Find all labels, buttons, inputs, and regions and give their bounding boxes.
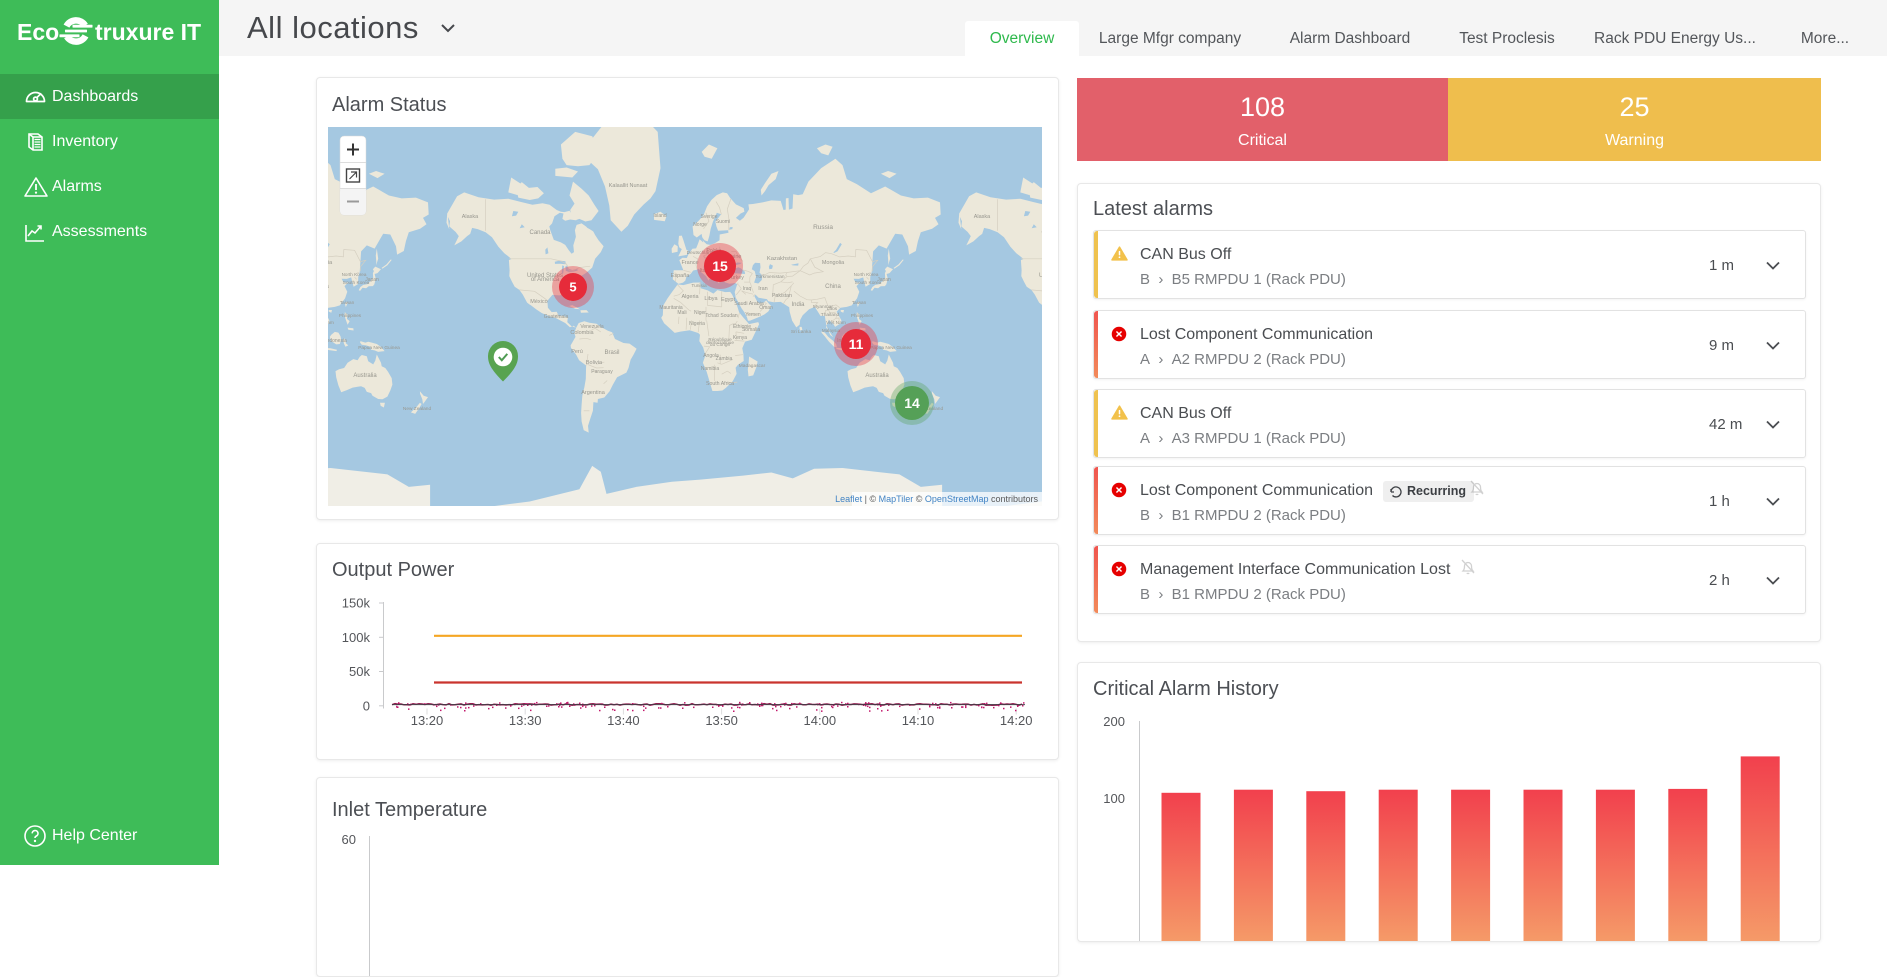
svg-text:Oman: Oman: [759, 305, 773, 311]
svg-text:Canada: Canada: [529, 230, 551, 236]
svg-text:España: España: [671, 273, 691, 279]
svg-text:11: 11: [849, 336, 864, 352]
svg-text:Pakistan: Pakistan: [772, 293, 792, 299]
svg-text:Việt Nam: Việt Nam: [328, 320, 334, 326]
svg-text:100k: 100k: [342, 630, 371, 645]
svg-text:Russia: Russia: [813, 224, 833, 231]
svg-text:Mongolia: Mongolia: [822, 260, 845, 266]
svg-text:14:00: 14:00: [804, 713, 837, 728]
svg-text:North Korea: North Korea: [342, 272, 367, 277]
svg-text:14: 14: [904, 395, 920, 411]
svg-text:India: India: [791, 302, 805, 308]
svg-text:Laos: Laos: [827, 306, 838, 312]
svg-text:Taiwan: Taiwan: [852, 300, 867, 305]
svg-text:Alaska: Alaska: [462, 214, 479, 220]
svg-text:Suomi: Suomi: [716, 219, 730, 225]
svg-text:50k: 50k: [349, 664, 370, 679]
svg-text:Kazakhstan: Kazakhstan: [767, 256, 797, 262]
svg-text:du Congo: du Congo: [710, 342, 730, 347]
svg-text:North Korea: North Korea: [854, 272, 879, 277]
svg-text:Leaflet | © MapTiler © OpenStr: Leaflet | © MapTiler © OpenStreetMap con…: [835, 494, 1038, 504]
svg-text:Argentina: Argentina: [581, 390, 605, 396]
svg-text:truxure IT: truxure IT: [95, 19, 201, 45]
svg-text:60: 60: [342, 832, 356, 847]
svg-text:150k: 150k: [342, 596, 371, 611]
svg-text:Nigeria: Nigeria: [689, 321, 705, 327]
svg-text:South Korea: South Korea: [855, 280, 882, 286]
svg-text:Papua New Guinea: Papua New Guinea: [358, 345, 400, 351]
svg-text:Tunisia: Tunisia: [691, 283, 707, 289]
svg-text:Philippines: Philippines: [339, 313, 362, 318]
svg-text:Madagascar: Madagascar: [739, 363, 766, 369]
svg-text:Türkmenistan: Türkmenistan: [755, 274, 784, 280]
svg-text:13:30: 13:30: [509, 713, 542, 728]
svg-text:13:20: 13:20: [411, 713, 444, 728]
svg-text:Việt Nam: Việt Nam: [826, 320, 846, 326]
svg-text:Libya: Libya: [704, 296, 718, 302]
svg-text:15: 15: [712, 258, 728, 274]
svg-text:Eco: Eco: [17, 19, 59, 45]
svg-text:14:10: 14:10: [902, 713, 935, 728]
svg-text:France: France: [681, 260, 698, 266]
svg-text:Algeria: Algeria: [681, 294, 699, 300]
svg-text:México: México: [530, 299, 547, 305]
svg-text:Kenya: Kenya: [733, 335, 747, 341]
svg-text:Venezuela: Venezuela: [580, 324, 604, 330]
svg-text:Sri Lanka: Sri Lanka: [791, 329, 812, 335]
svg-text:Kalaallit Nunaat: Kalaallit Nunaat: [609, 183, 648, 189]
svg-text:Thailand: Thailand: [821, 312, 840, 318]
svg-text:Sverige: Sverige: [701, 214, 718, 220]
svg-text:Alaska: Alaska: [974, 214, 991, 220]
svg-text:Somalia: Somalia: [742, 327, 760, 333]
svg-text:South Africa: South Africa: [706, 381, 734, 387]
svg-text:New Zealand: New Zealand: [403, 406, 432, 412]
svg-text:China: China: [825, 284, 841, 290]
svg-text:Soudan: Soudan: [720, 313, 737, 319]
svg-text:Canada: Canada: [1041, 230, 1042, 236]
svg-text:Guatemala: Guatemala: [544, 314, 569, 320]
svg-text:Bolivia: Bolivia: [586, 360, 603, 366]
svg-text:13:40: 13:40: [607, 713, 640, 728]
svg-text:Iran: Iran: [758, 286, 767, 292]
svg-text:Norge: Norge: [693, 222, 707, 228]
svg-text:5: 5: [569, 280, 576, 295]
svg-text:Mauritania: Mauritania: [659, 305, 683, 311]
svg-text:Perú: Perú: [571, 349, 583, 355]
svg-text:Angola: Angola: [703, 353, 719, 359]
svg-text:Brasil: Brasil: [604, 350, 619, 356]
svg-text:100: 100: [1103, 791, 1125, 806]
svg-text:Indonesia: Indonesia: [328, 338, 347, 344]
svg-text:Iraq: Iraq: [743, 286, 752, 292]
svg-text:Taiwan: Taiwan: [340, 300, 355, 305]
svg-text:Australia: Australia: [353, 373, 377, 379]
svg-text:0: 0: [363, 698, 370, 713]
svg-text:13:50: 13:50: [705, 713, 738, 728]
svg-text:Tchad: Tchad: [705, 313, 719, 319]
svg-text:Island: Island: [653, 213, 667, 219]
svg-text:Namibia: Namibia: [701, 366, 720, 372]
svg-text:Colombia: Colombia: [570, 330, 594, 336]
svg-text:Australia: Australia: [865, 373, 889, 379]
svg-text:14:20: 14:20: [1000, 713, 1033, 728]
svg-text:Philippines: Philippines: [851, 313, 874, 318]
svg-text:Yemen: Yemen: [745, 312, 761, 318]
svg-text:United States: United States: [1039, 273, 1042, 279]
svg-text:South Korea: South Korea: [343, 280, 370, 286]
svg-text:Paraguay: Paraguay: [591, 369, 613, 375]
svg-text:200: 200: [1103, 714, 1125, 729]
